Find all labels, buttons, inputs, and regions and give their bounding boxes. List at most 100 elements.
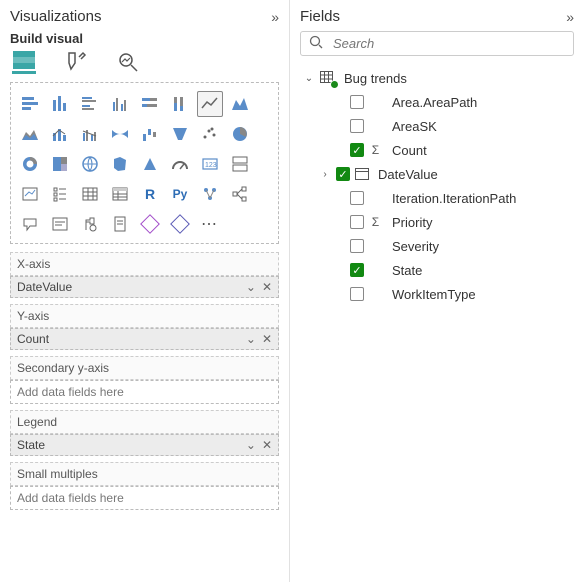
remove-field-icon[interactable]: ✕ xyxy=(262,280,272,294)
field-severity[interactable]: Severity xyxy=(300,234,574,258)
xaxis-field-value: DateValue xyxy=(17,280,72,294)
stacked-area-chart-icon[interactable] xyxy=(17,121,43,147)
field-label: Severity xyxy=(388,239,439,254)
field-label: Area.AreaPath xyxy=(388,95,477,110)
stacked-bar-chart-icon[interactable] xyxy=(17,91,43,117)
field-label: WorkItemType xyxy=(388,287,476,302)
checkbox[interactable] xyxy=(350,215,364,229)
collapse-fields-icon[interactable]: » xyxy=(566,9,574,25)
funnel-chart-icon[interactable] xyxy=(167,121,193,147)
azure-map-icon[interactable] xyxy=(137,151,163,177)
python-visual-icon[interactable]: Py xyxy=(167,181,193,207)
line-stacked-column-icon[interactable] xyxy=(47,121,73,147)
checkbox[interactable] xyxy=(350,287,364,301)
field-workitemtype[interactable]: WorkItemType xyxy=(300,282,574,306)
power-apps-icon[interactable] xyxy=(137,211,163,237)
yaxis-well-field[interactable]: Count ⌄ ✕ xyxy=(10,328,279,350)
field-area-areapath[interactable]: Area.AreaPath xyxy=(300,90,574,114)
field-datevalue[interactable]: › DateValue xyxy=(300,162,574,186)
checkbox[interactable] xyxy=(336,167,350,181)
build-visual-label: Build visual xyxy=(10,31,279,46)
xaxis-well-field[interactable]: DateValue ⌄ ✕ xyxy=(10,276,279,298)
checkbox[interactable] xyxy=(350,239,364,253)
checkbox[interactable] xyxy=(350,95,364,109)
fields-search-input[interactable] xyxy=(331,35,565,52)
smart-narrative-icon[interactable] xyxy=(47,211,73,237)
build-visual-tab[interactable] xyxy=(12,50,36,74)
table-icon xyxy=(320,71,336,86)
stacked-column-chart-icon[interactable] xyxy=(47,91,73,117)
matrix-icon[interactable] xyxy=(107,181,133,207)
collapse-visualizations-icon[interactable]: » xyxy=(271,9,279,25)
more-visuals-icon[interactable]: ⋯ xyxy=(197,211,223,237)
clustered-column-chart-icon[interactable] xyxy=(107,91,133,117)
field-label: AreaSK xyxy=(388,119,437,134)
checkbox[interactable] xyxy=(350,191,364,205)
chevron-down-icon[interactable]: ⌄ xyxy=(246,332,256,346)
line-chart-icon[interactable] xyxy=(197,91,223,117)
line-clustered-column-icon[interactable] xyxy=(77,121,103,147)
donut-chart-icon[interactable] xyxy=(17,151,43,177)
ribbon-chart-icon[interactable] xyxy=(107,121,133,147)
chevron-down-icon[interactable]: ⌄ xyxy=(246,438,256,452)
secondary-yaxis-well-drop[interactable]: Add data fields here xyxy=(10,380,279,404)
scatter-chart-icon[interactable] xyxy=(197,121,223,147)
svg-text:123: 123 xyxy=(205,162,217,169)
chevron-down-icon[interactable]: ⌄ xyxy=(246,280,256,294)
secondary-yaxis-well-label: Secondary y-axis xyxy=(10,356,279,380)
slicer-icon[interactable] xyxy=(47,181,73,207)
hundred-stacked-column-icon[interactable] xyxy=(167,91,193,117)
visualizations-title: Visualizations xyxy=(10,8,101,25)
key-influencers-icon[interactable] xyxy=(197,181,223,207)
r-visual-icon[interactable]: R xyxy=(137,181,163,207)
field-label: Iteration.IterationPath xyxy=(388,191,516,206)
card-icon[interactable]: 123 xyxy=(197,151,223,177)
paginated-report-icon[interactable] xyxy=(107,211,133,237)
format-visual-tab[interactable] xyxy=(64,50,88,74)
filled-map-icon[interactable] xyxy=(107,151,133,177)
field-label: DateValue xyxy=(374,167,438,182)
analytics-tab[interactable] xyxy=(116,50,140,74)
field-label: State xyxy=(388,263,422,278)
hundred-stacked-bar-icon[interactable] xyxy=(137,91,163,117)
checkbox[interactable] xyxy=(350,143,364,157)
remove-field-icon[interactable]: ✕ xyxy=(262,438,272,452)
clustered-bar-chart-icon[interactable] xyxy=(77,91,103,117)
qa-visual-icon[interactable] xyxy=(17,211,43,237)
gauge-icon[interactable] xyxy=(167,151,193,177)
multi-row-card-icon[interactable] xyxy=(227,151,253,177)
field-label: Priority xyxy=(388,215,432,230)
field-state[interactable]: State xyxy=(300,258,574,282)
field-areask[interactable]: AreaSK xyxy=(300,114,574,138)
yaxis-field-value: Count xyxy=(17,332,49,346)
area-chart-icon[interactable] xyxy=(227,91,253,117)
power-automate-icon[interactable] xyxy=(167,211,193,237)
field-iteration-iterationpath[interactable]: Iteration.IterationPath xyxy=(300,186,574,210)
legend-well-label: Legend xyxy=(10,410,279,434)
remove-field-icon[interactable]: ✕ xyxy=(262,332,272,346)
fields-search-box[interactable] xyxy=(300,31,574,56)
treemap-icon[interactable] xyxy=(47,151,73,177)
expand-icon[interactable]: ⌄ xyxy=(302,73,316,84)
expand-icon[interactable]: › xyxy=(318,169,332,180)
field-count[interactable]: Count xyxy=(300,138,574,162)
legend-well-field[interactable]: State ⌄✕ xyxy=(10,434,279,456)
field-priority[interactable]: Priority xyxy=(300,210,574,234)
kpi-icon[interactable] xyxy=(17,181,43,207)
smallmultiples-well-drop[interactable]: Add data fields here xyxy=(10,486,279,510)
table-node-bug-trends[interactable]: ⌄ Bug trends xyxy=(300,66,574,90)
table-icon[interactable] xyxy=(77,181,103,207)
map-icon[interactable] xyxy=(77,151,103,177)
waterfall-chart-icon[interactable] xyxy=(137,121,163,147)
sigma-icon xyxy=(368,143,384,157)
checkbox[interactable] xyxy=(350,119,364,133)
sigma-icon xyxy=(368,215,384,229)
fields-title: Fields xyxy=(300,8,340,25)
field-label: Count xyxy=(388,143,427,158)
decomposition-tree-icon[interactable] xyxy=(227,181,253,207)
checkbox[interactable] xyxy=(350,263,364,277)
goals-icon[interactable] xyxy=(77,211,103,237)
calendar-icon xyxy=(354,168,370,180)
yaxis-well-label: Y-axis xyxy=(10,304,279,328)
pie-chart-icon[interactable] xyxy=(227,121,253,147)
